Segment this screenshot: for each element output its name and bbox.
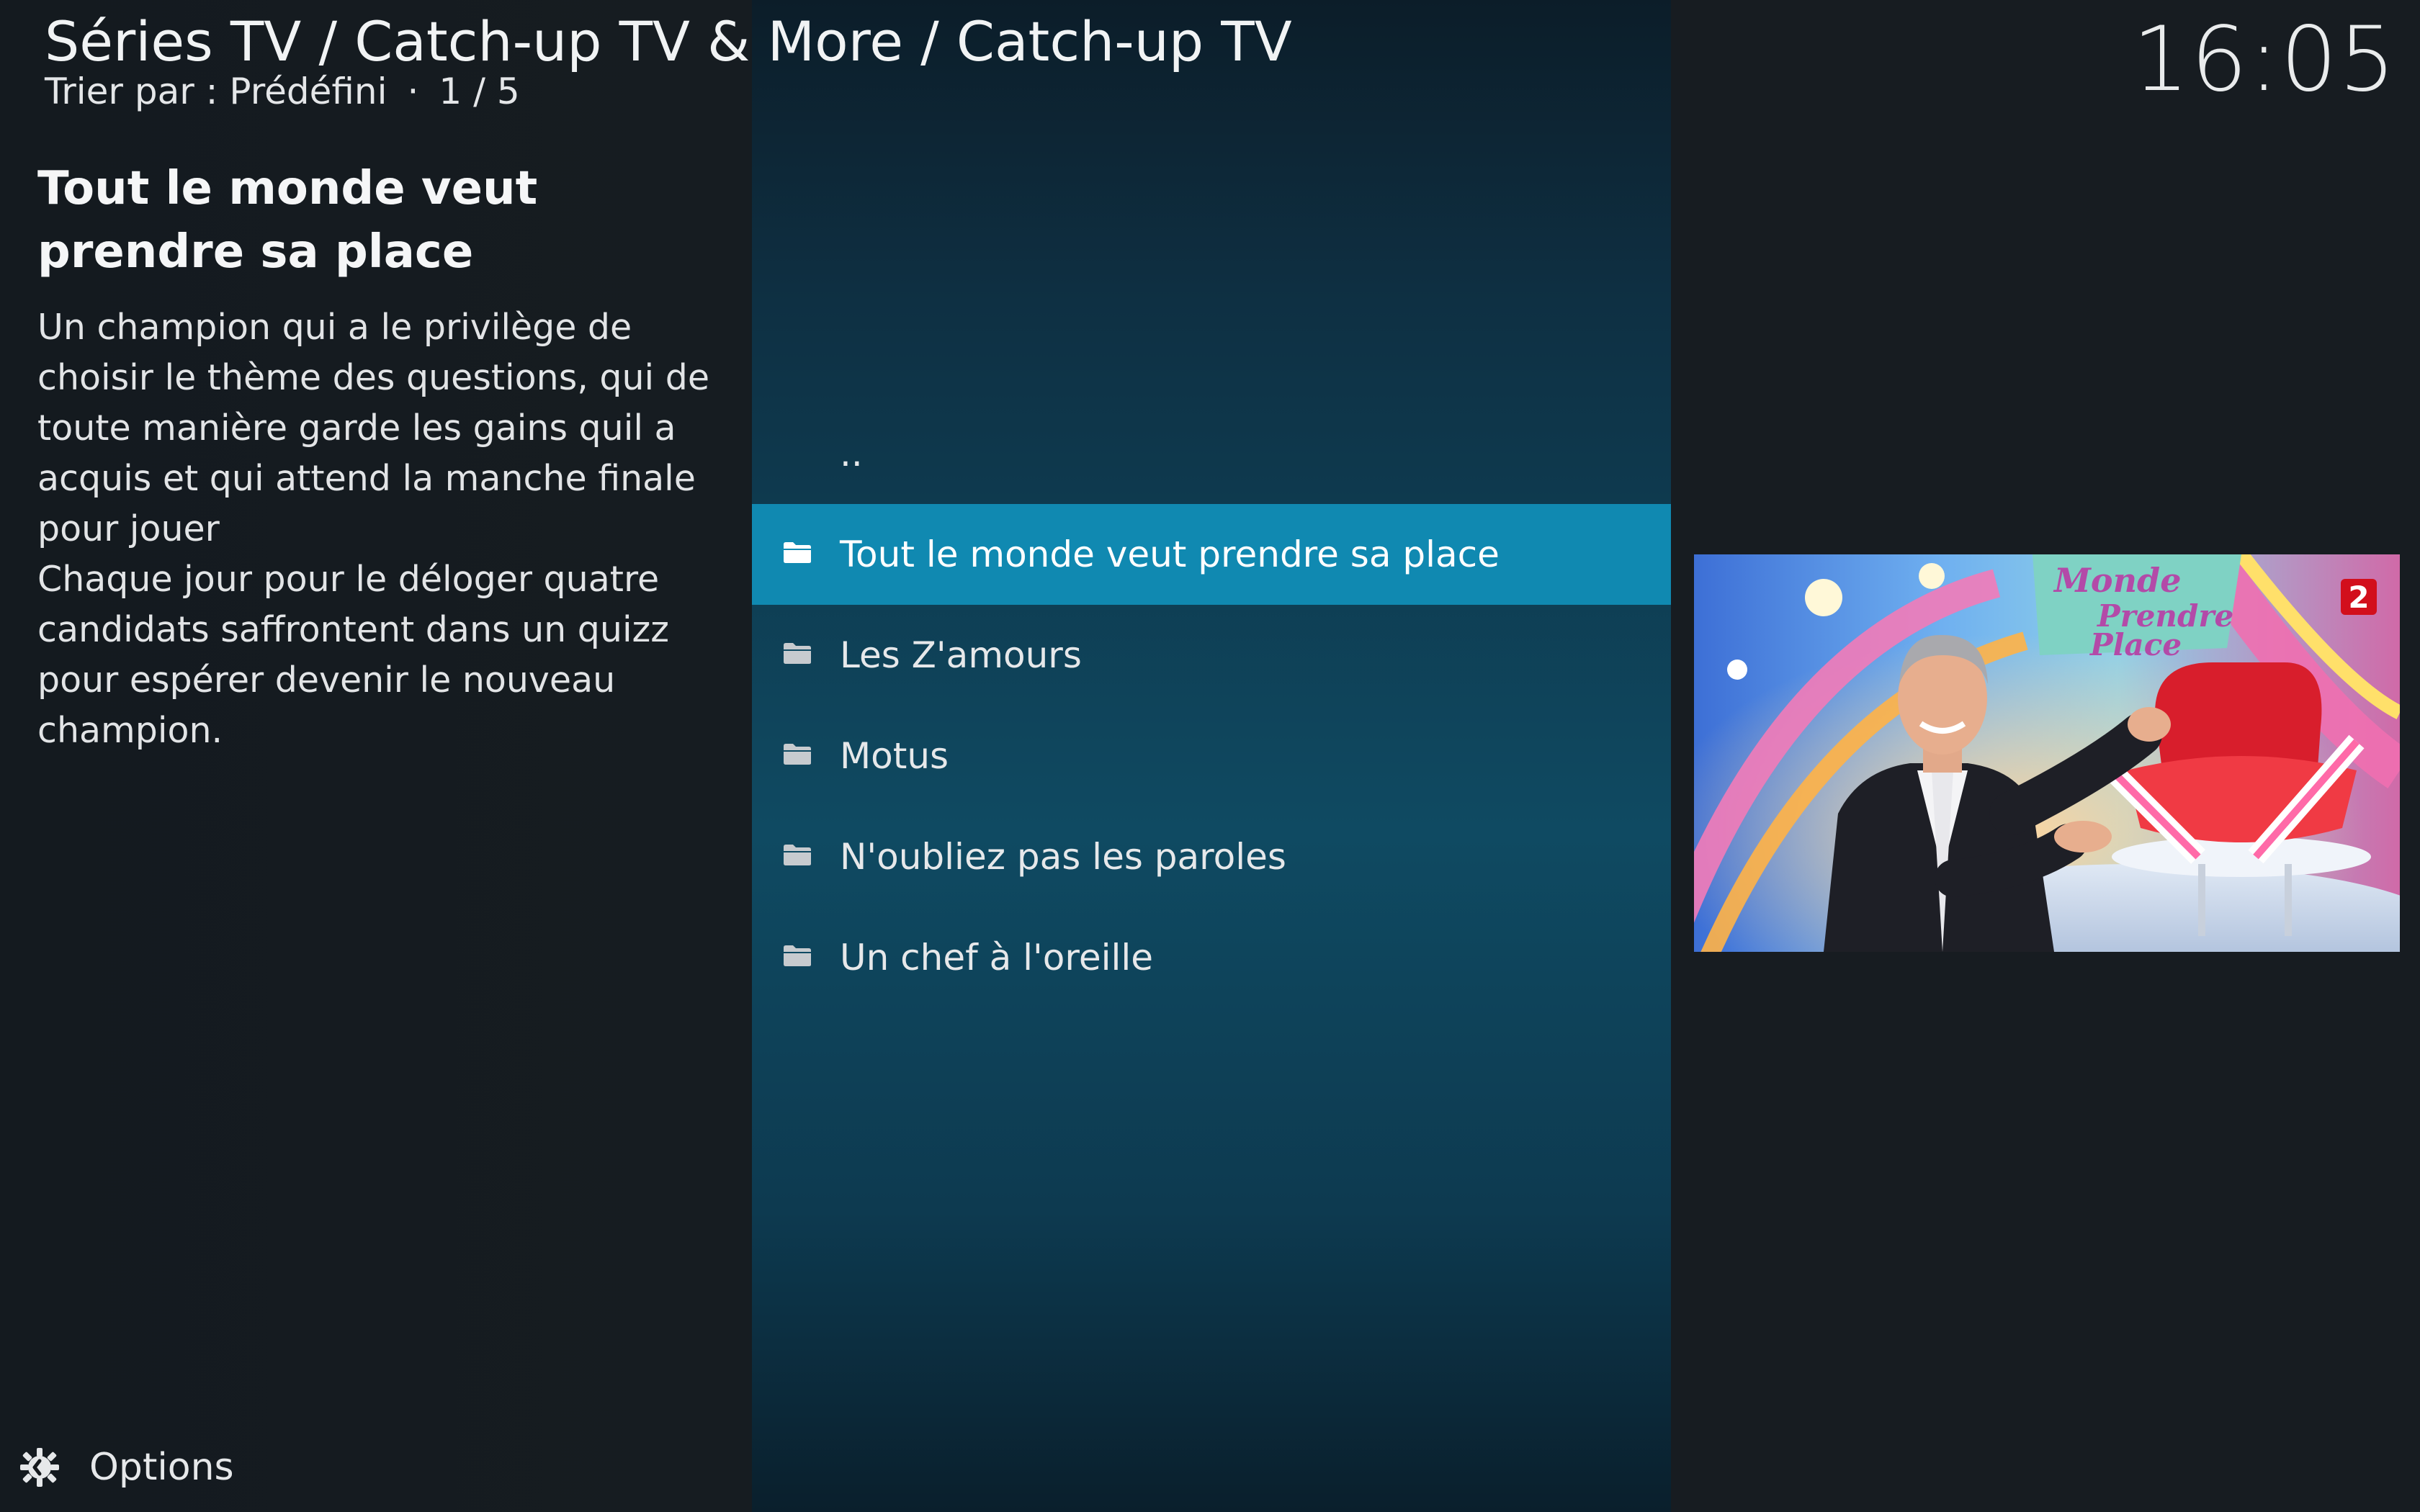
options-button[interactable]: Options [17,1439,234,1496]
item-position: 1 / 5 [439,71,520,112]
channel-logo: 2 [2348,580,2369,615]
list-item-label: Motus [840,735,949,777]
show-thumbnail: Monde Prendre Place 2 [1694,554,2400,952]
media-list: .. Tout le monde veut prendre sa place L… [752,403,1671,1008]
clock: 16:05 [2132,8,2397,112]
options-label: Options [89,1446,234,1489]
sort-label[interactable]: Trier par : Prédéfini [45,71,387,112]
list-item-label: Un chef à l'oreille [840,937,1154,978]
list-item[interactable]: N'oubliez pas les paroles [752,806,1671,907]
breadcrumb: Séries TV / Catch-up TV & More / Catch-u… [45,9,1292,73]
sign-word-1: Monde [2053,561,2181,600]
list-item-label: Les Z'amours [840,634,1082,676]
list-item-label: N'oubliez pas les paroles [840,836,1286,878]
folder-icon [784,744,811,765]
folder-icon [784,945,811,966]
info-plot: Un champion qui a le privilège de choisi… [37,307,709,751]
info-title: Tout le monde veut prendre sa place [37,162,538,279]
folder-icon [784,643,811,664]
sort-info: Trier par : Prédéfini · 1 / 5 [45,66,520,117]
folder-icon [784,845,811,865]
list-item[interactable]: Motus [752,706,1671,806]
folder-icon [784,542,811,563]
list-item[interactable]: Tout le monde veut prendre sa place [752,504,1671,605]
separator: · [407,71,419,112]
sign-word-3: Place [2089,627,2182,662]
show-thumbnail-image: Monde Prendre Place 2 [1694,554,2400,952]
list-item-label: Tout le monde veut prendre sa place [840,534,1500,575]
gear-icon [20,1448,59,1487]
list-item[interactable]: Un chef à l'oreille [752,907,1671,1008]
parent-folder-item[interactable]: .. [752,403,1671,504]
kodi-screen: Séries TV / Catch-up TV & More / Catch-u… [0,0,2420,1512]
list-item[interactable]: Les Z'amours [752,605,1671,706]
parent-folder-label: .. [840,433,863,474]
